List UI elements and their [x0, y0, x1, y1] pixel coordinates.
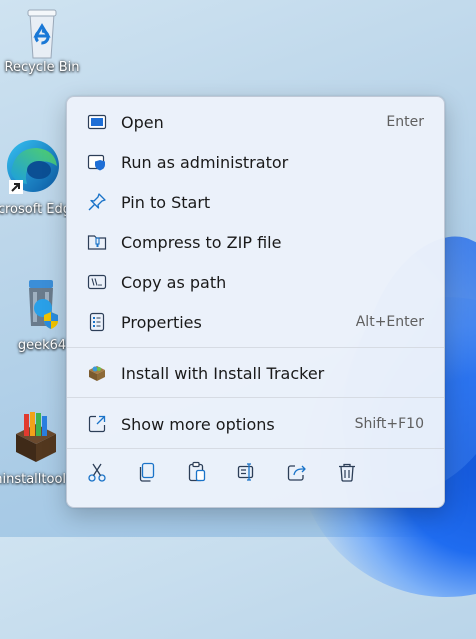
- rename-icon: [236, 461, 258, 487]
- desktop-icon-edge[interactable]: Microsoft Edge: [0, 138, 66, 218]
- geek-uninstaller-icon: [17, 276, 67, 332]
- share-icon: [286, 461, 308, 487]
- menu-item-label: Copy as path: [121, 272, 227, 292]
- menu-item-install-with-install-tracker[interactable]: Install with Install Tracker: [71, 355, 440, 391]
- desktop-icon-recycle-bin[interactable]: Recycle Bin: [0, 6, 84, 76]
- open-window-icon: [87, 112, 107, 132]
- menu-item-compress-to-zip[interactable]: Compress to ZIP file: [71, 224, 440, 260]
- zip-folder-icon: [87, 232, 107, 252]
- desktop-icon-uninstalltool[interactable]: uninstalltool: [0, 410, 66, 488]
- menu-item-copy-as-path[interactable]: Copy as path: [71, 264, 440, 300]
- shield-icon: [87, 152, 107, 172]
- menu-item-open[interactable]: Open Enter: [71, 104, 440, 140]
- desktop-icon-label: uninstalltool: [0, 472, 66, 487]
- context-menu: Open Enter Run as administrator Pin to S…: [66, 96, 445, 508]
- menu-item-label: Open: [121, 112, 164, 132]
- menu-item-shortcut: Enter: [386, 114, 424, 130]
- copy-button[interactable]: [130, 457, 164, 491]
- recycle-bin-icon: [18, 6, 66, 59]
- menu-separator: [67, 448, 444, 449]
- menu-item-label: Show more options: [121, 414, 275, 434]
- desktop-icon-label: Microsoft Edge: [0, 202, 66, 217]
- scissors-icon: [86, 461, 108, 487]
- menu-item-pin-to-start[interactable]: Pin to Start: [71, 184, 440, 220]
- uninstall-tool-icon: [8, 410, 64, 464]
- menu-item-label: Properties: [121, 312, 202, 332]
- menu-separator: [67, 397, 444, 398]
- share-button[interactable]: [280, 457, 314, 491]
- menu-item-label: Pin to Start: [121, 192, 211, 212]
- edge-icon: [1, 138, 61, 198]
- menu-item-label: Run as administrator: [121, 152, 289, 172]
- properties-icon: [87, 312, 107, 332]
- install-tracker-icon: [87, 363, 107, 383]
- menu-item-shortcut: Shift+F10: [354, 416, 424, 432]
- rename-button[interactable]: [230, 457, 264, 491]
- menu-separator: [67, 347, 444, 348]
- more-options-icon: [87, 414, 107, 434]
- copy-path-icon: [87, 272, 107, 292]
- menu-item-properties[interactable]: Properties Alt+Enter: [71, 304, 440, 340]
- desktop-icon-label: Recycle Bin: [4, 60, 80, 75]
- menu-item-run-as-administrator[interactable]: Run as administrator: [71, 144, 440, 180]
- trash-icon: [336, 461, 358, 487]
- pin-icon: [87, 192, 107, 212]
- menu-item-shortcut: Alt+Enter: [355, 314, 424, 330]
- menu-item-show-more-options[interactable]: Show more options Shift+F10: [71, 406, 440, 442]
- menu-item-label: Install with Install Tracker: [121, 363, 325, 383]
- paste-icon: [186, 461, 208, 487]
- menu-item-label: Compress to ZIP file: [121, 232, 282, 252]
- delete-button[interactable]: [330, 457, 364, 491]
- paste-button[interactable]: [180, 457, 214, 491]
- cut-button[interactable]: [80, 457, 114, 491]
- copy-icon: [136, 461, 158, 487]
- desktop-icon-label: geek64: [17, 338, 67, 353]
